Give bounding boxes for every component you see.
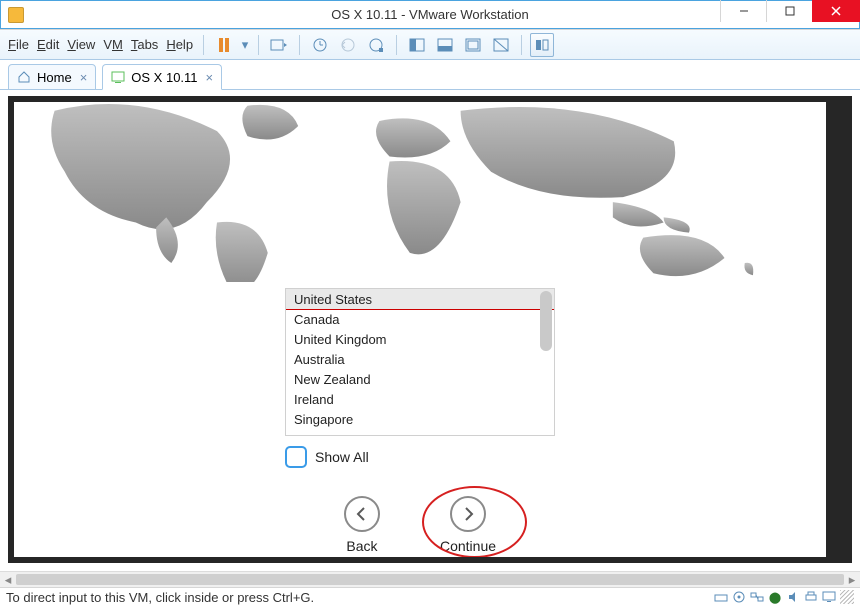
pause-icon xyxy=(219,38,229,52)
usb-icon[interactable]: ⬤ xyxy=(768,590,782,604)
back-label: Back xyxy=(346,538,377,554)
vm-icon xyxy=(111,70,125,84)
hdd-icon[interactable] xyxy=(714,590,728,604)
country-label: Australia xyxy=(294,352,345,367)
menu-tabs-label: abs xyxy=(137,37,158,52)
printer-icon[interactable] xyxy=(804,590,818,604)
nav-row: Back Continue xyxy=(14,496,826,554)
send-ctrl-alt-del-button[interactable] xyxy=(267,33,291,57)
vm-vertical-scrollbar[interactable] xyxy=(826,108,844,551)
snapshot-button[interactable] xyxy=(308,33,332,57)
country-item-nz[interactable]: New Zealand xyxy=(286,369,554,389)
country-item-us[interactable]: United States xyxy=(286,289,554,310)
world-map xyxy=(14,102,826,282)
tab-home-label: Home xyxy=(37,70,72,85)
minimize-button[interactable] xyxy=(720,0,766,22)
country-item-sg[interactable]: Singapore xyxy=(286,409,554,429)
tab-home[interactable]: Home × xyxy=(8,64,96,90)
country-scrollbar[interactable] xyxy=(540,291,552,433)
horizontal-scrollbar[interactable]: ◂ ▸ xyxy=(0,571,860,587)
resize-grip[interactable] xyxy=(840,590,854,604)
hscroll-right-arrow[interactable]: ▸ xyxy=(844,572,860,588)
tabs-row: Home × OS X 10.11 × xyxy=(0,60,860,90)
menu-help-label: elp xyxy=(176,37,193,52)
cd-icon[interactable] xyxy=(732,590,746,604)
country-item-au[interactable]: Australia xyxy=(286,349,554,369)
sound-icon[interactable] xyxy=(786,590,800,604)
country-label: Canada xyxy=(294,312,340,327)
country-label: New Zealand xyxy=(294,372,371,387)
country-label: United Kingdom xyxy=(294,332,387,347)
menu-help[interactable]: Help xyxy=(164,33,195,56)
home-icon xyxy=(17,70,31,84)
vm-frame: United States Canada United Kingdom Aust… xyxy=(8,96,852,563)
unity-button[interactable] xyxy=(433,33,457,57)
back-button[interactable]: Back xyxy=(344,496,380,554)
menu-file-label: ile xyxy=(16,37,29,52)
country-item-uk[interactable]: United Kingdom xyxy=(286,329,554,349)
close-button[interactable] xyxy=(812,0,860,22)
tab-home-close[interactable]: × xyxy=(80,70,88,85)
hscroll-left-arrow[interactable]: ◂ xyxy=(0,572,16,588)
country-listbox[interactable]: United States Canada United Kingdom Aust… xyxy=(285,288,555,436)
status-icons: ⬤ xyxy=(714,590,854,604)
content-area: United States Canada United Kingdom Aust… xyxy=(0,90,860,571)
menu-edit[interactable]: Edit xyxy=(35,33,61,56)
fullscreen-button[interactable] xyxy=(405,33,429,57)
menu-vm[interactable]: VM xyxy=(101,33,125,56)
thumbnail-bar-button[interactable] xyxy=(530,33,554,57)
show-all-label: Show All xyxy=(315,449,369,465)
tab-osx-close[interactable]: × xyxy=(206,70,214,85)
hscroll-thumb[interactable] xyxy=(16,574,844,585)
country-list: United States Canada United Kingdom Aust… xyxy=(286,289,554,435)
titlebar: OS X 10.11 - VMware Workstation xyxy=(0,0,860,30)
stretch-guest-button[interactable] xyxy=(489,33,513,57)
app-icon xyxy=(8,7,24,23)
snapshot-manager-button[interactable] xyxy=(364,33,388,57)
annotation-ellipse xyxy=(422,486,527,557)
menu-view[interactable]: View xyxy=(65,33,97,56)
menu-view-label: iew xyxy=(76,37,96,52)
window-controls xyxy=(720,0,860,22)
arrow-left-icon xyxy=(344,496,380,532)
tab-osx[interactable]: OS X 10.11 × xyxy=(102,64,222,90)
country-item-ca[interactable]: Canada xyxy=(286,309,554,329)
status-hint: To direct input to this VM, click inside… xyxy=(6,590,314,605)
maximize-button[interactable] xyxy=(766,0,812,22)
statusbar: To direct input to this VM, click inside… xyxy=(0,587,860,606)
network-icon[interactable] xyxy=(750,590,764,604)
console-view-button[interactable] xyxy=(461,33,485,57)
pause-button[interactable] xyxy=(212,33,236,57)
tab-osx-label: OS X 10.11 xyxy=(131,70,197,85)
show-all-checkbox[interactable] xyxy=(285,446,307,468)
revert-snapshot-button[interactable] xyxy=(336,33,360,57)
show-all-row: Show All xyxy=(285,446,555,468)
menu-edit-label: dit xyxy=(46,37,60,52)
country-item-ie[interactable]: Ireland xyxy=(286,389,554,409)
country-label: Ireland xyxy=(294,392,334,407)
country-label: Singapore xyxy=(294,412,353,427)
menu-tabs[interactable]: Tabs xyxy=(129,33,160,56)
country-label: United States xyxy=(294,292,372,307)
vm-screen[interactable]: United States Canada United Kingdom Aust… xyxy=(14,102,826,557)
menu-file[interactable]: File xyxy=(6,33,31,56)
menubar: File Edit View VM Tabs Help ▾ xyxy=(0,30,860,60)
display-icon[interactable] xyxy=(822,590,836,604)
power-dropdown[interactable]: ▾ xyxy=(240,37,250,53)
